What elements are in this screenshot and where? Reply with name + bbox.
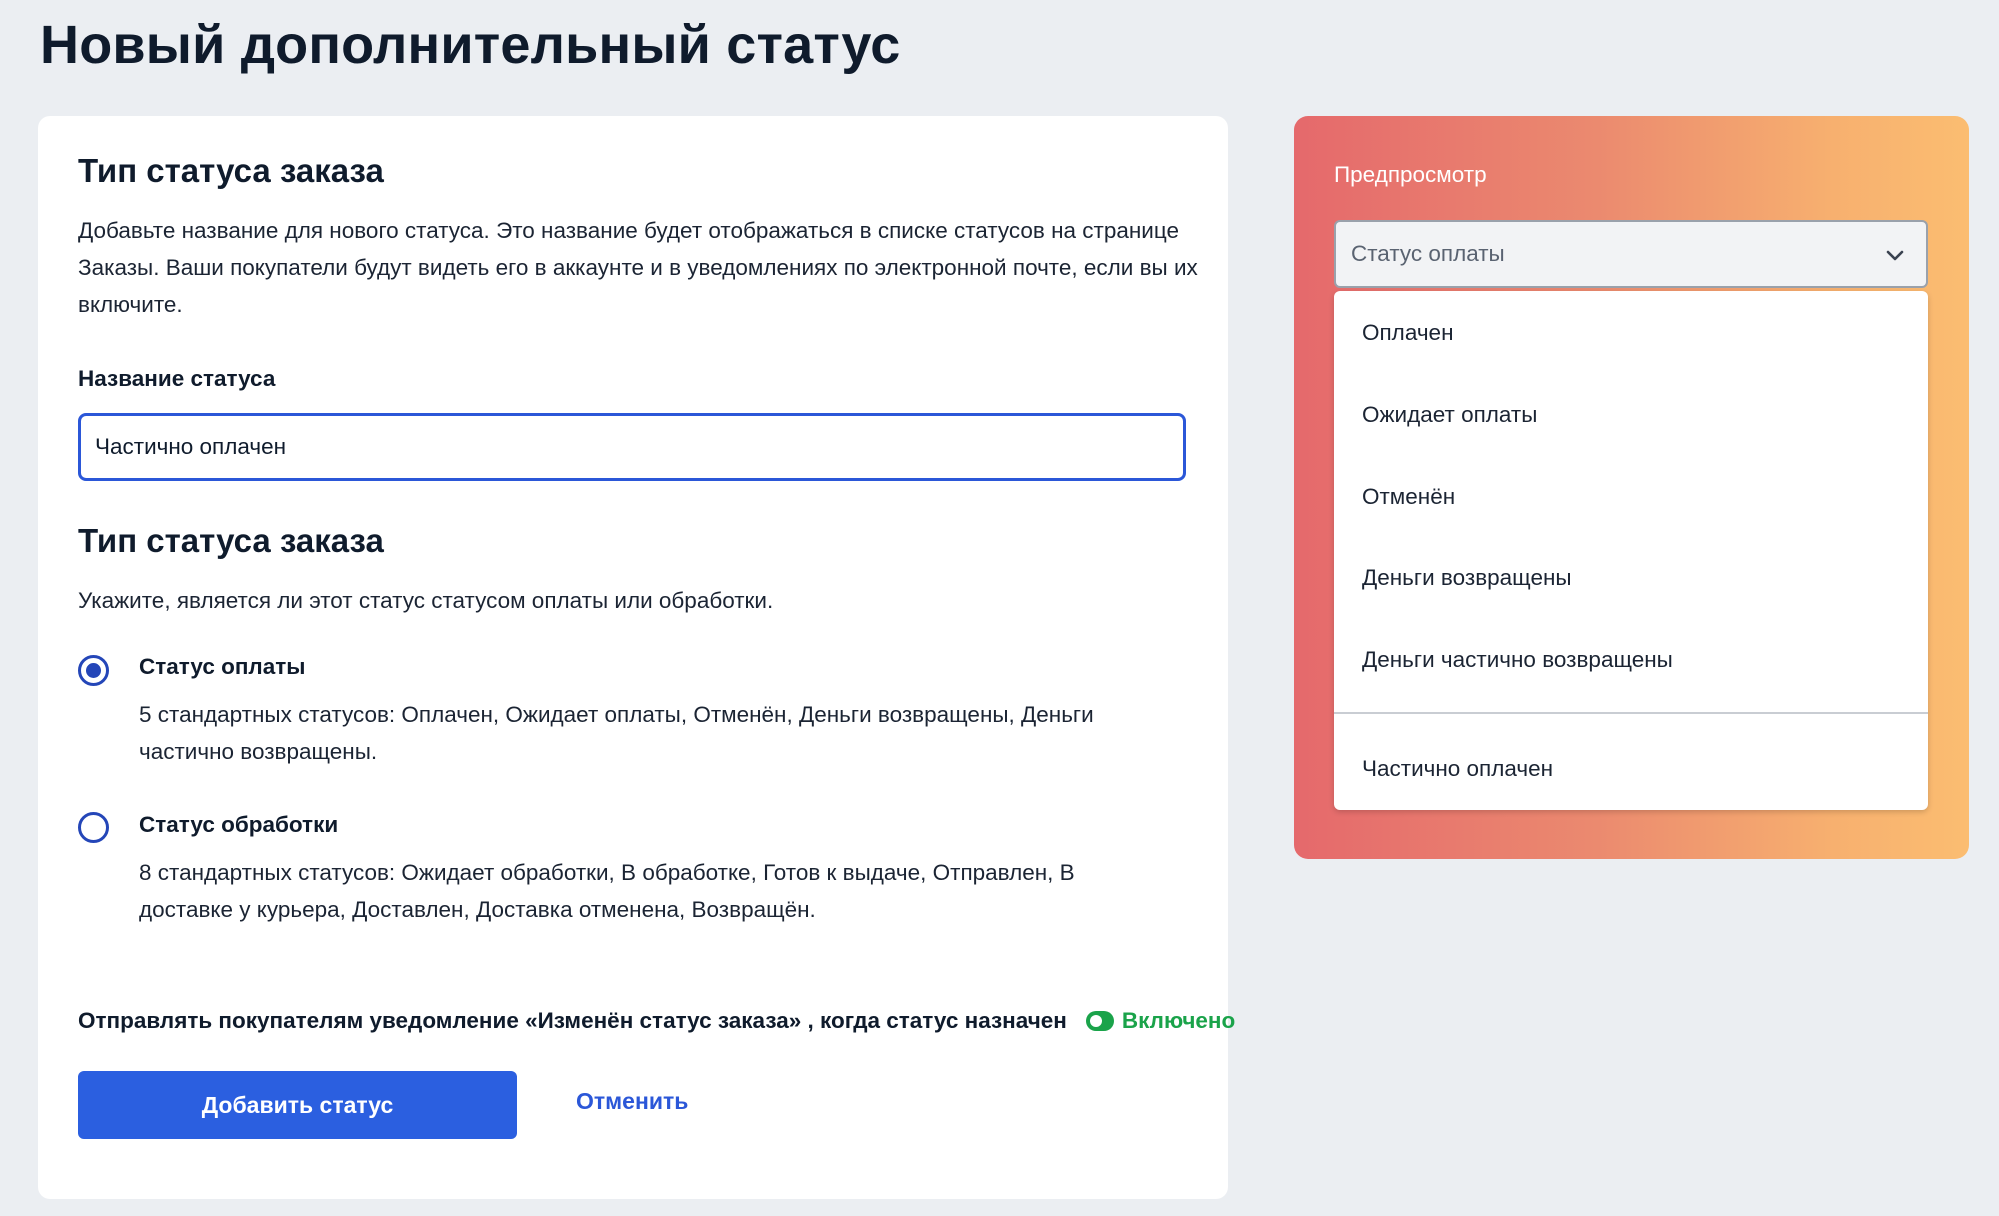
- notification-row: Отправлять покупателям уведомление «Изме…: [78, 996, 1235, 1046]
- processing-status-radio[interactable]: [78, 812, 109, 843]
- status-form-card: Тип статуса заказа Добавьте название для…: [38, 116, 1235, 1199]
- dropdown-option-paid[interactable]: Оплачен: [1362, 320, 1454, 346]
- page-title: Новый дополнительный статус: [40, 15, 901, 75]
- preview-panel: Предпросмотр Статус оплаты Оплачен Ожида…: [1294, 116, 1969, 859]
- preview-status-select[interactable]: Статус оплаты: [1334, 220, 1928, 288]
- payment-status-description: 5 стандартных статусов: Оплачен, Ожидает…: [139, 702, 1094, 764]
- payment-status-label[interactable]: Статус оплаты: [139, 654, 305, 680]
- toggle-knob: [1089, 1015, 1102, 1027]
- payment-status-radio[interactable]: [78, 655, 109, 686]
- radio-selected-dot: [86, 663, 101, 678]
- cancel-button[interactable]: Отменить: [576, 1088, 688, 1115]
- section-title-order-status-type: Тип статуса заказа: [78, 522, 384, 559]
- notification-text: Отправлять покупателям уведомление «Изме…: [78, 1008, 1067, 1033]
- dropdown-divider: [1334, 712, 1928, 714]
- dropdown-option-cancelled[interactable]: Отменён: [1362, 484, 1455, 510]
- section-description: Добавьте название для нового статуса. Эт…: [78, 218, 1198, 317]
- section-title-status-type: Тип статуса заказа: [78, 152, 384, 189]
- processing-status-description: 8 стандартных статусов: Ожидает обработк…: [139, 860, 1075, 922]
- status-type-description: Укажите, является ли этот статус статусо…: [78, 588, 774, 613]
- status-name-input[interactable]: [78, 413, 1186, 481]
- notification-toggle[interactable]: [1085, 1011, 1114, 1031]
- processing-status-label[interactable]: Статус обработки: [139, 812, 338, 838]
- notification-toggle-label[interactable]: Включено: [1122, 1008, 1235, 1034]
- dropdown-option-partially-refunded[interactable]: Деньги частично возвращены: [1362, 647, 1673, 673]
- chevron-down-icon: [1886, 250, 1904, 261]
- add-status-button[interactable]: Добавить статус: [78, 1071, 517, 1139]
- dropdown-option-refunded[interactable]: Деньги возвращены: [1362, 565, 1572, 591]
- select-value: Статус оплаты: [1351, 241, 1505, 266]
- dropdown-option-awaiting-payment[interactable]: Ожидает оплаты: [1362, 402, 1537, 428]
- preview-dropdown-menu: Оплачен Ожидает оплаты Отменён Деньги во…: [1334, 291, 1928, 810]
- preview-label: Предпросмотр: [1334, 162, 1487, 187]
- status-name-label: Название статуса: [78, 366, 276, 391]
- dropdown-option-custom[interactable]: Частично оплачен: [1362, 756, 1553, 782]
